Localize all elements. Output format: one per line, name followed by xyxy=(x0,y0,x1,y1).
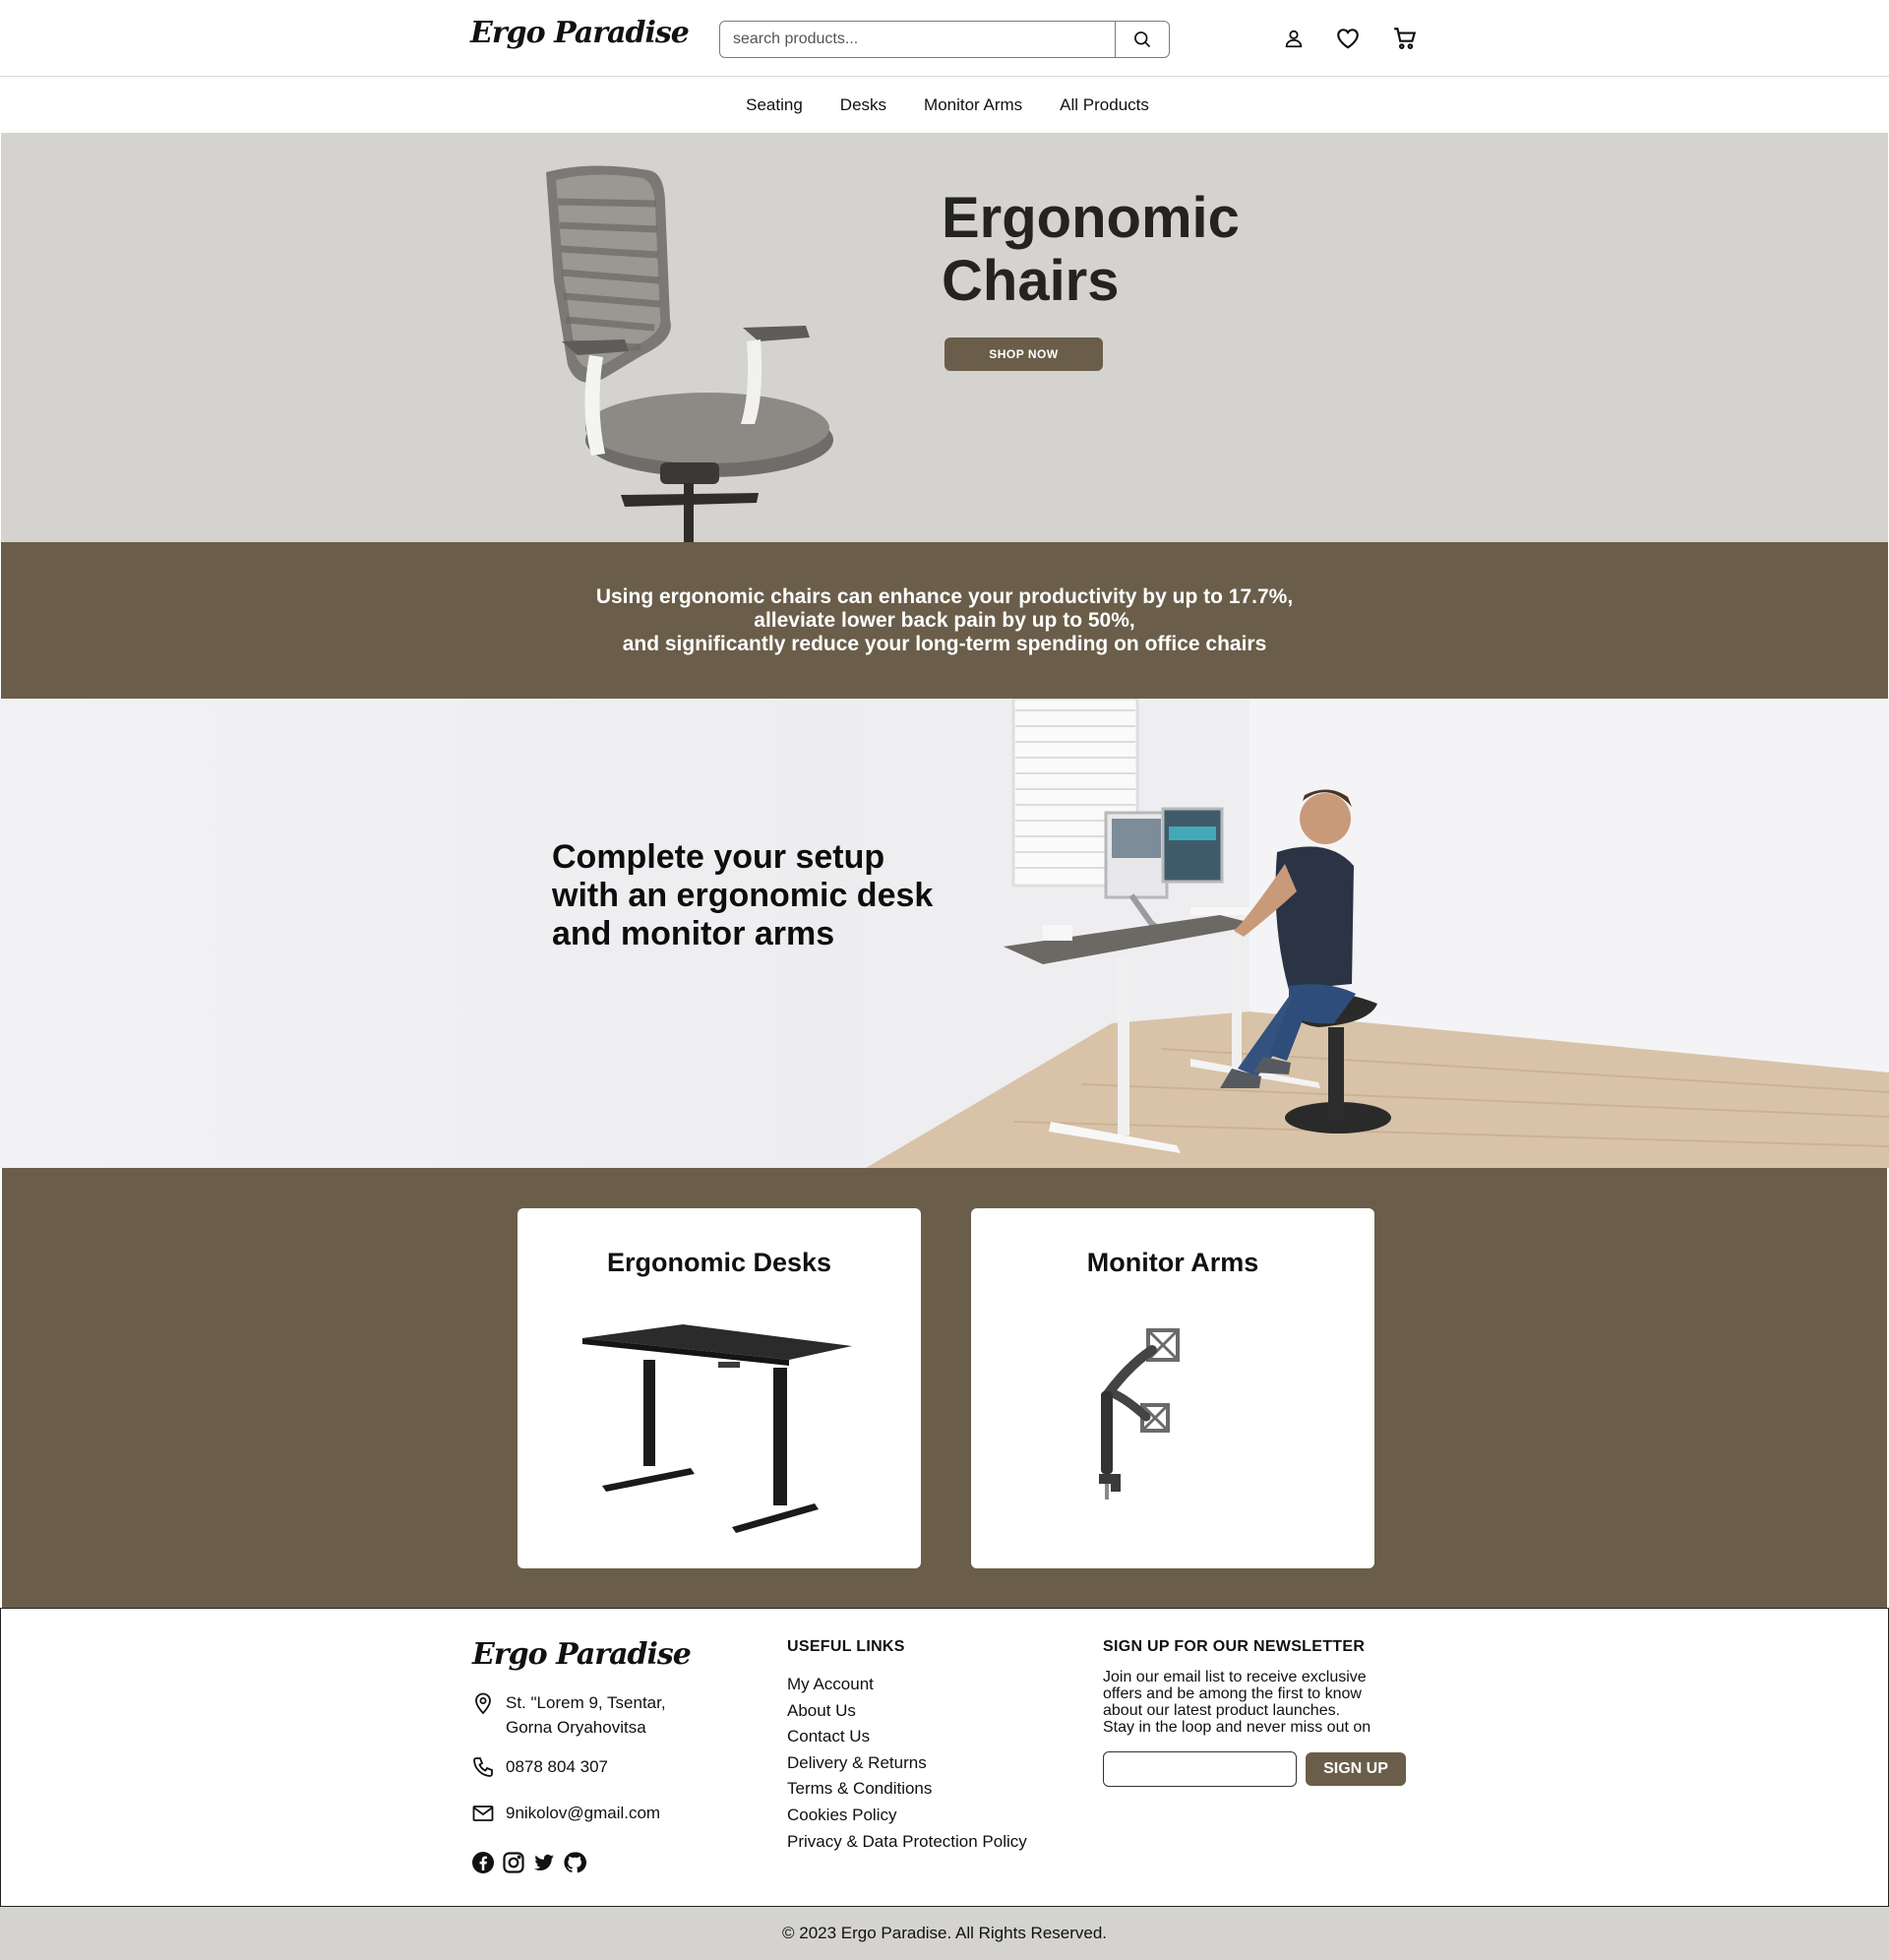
link-privacy-policy[interactable]: Privacy & Data Protection Policy xyxy=(787,1829,1027,1856)
email-address: 9nikolov@gmail.com xyxy=(506,1804,661,1822)
cart-icon xyxy=(1394,28,1417,49)
office-chair-image xyxy=(546,165,833,542)
useful-links-list: My Account About Us Contact Us Delivery … xyxy=(787,1672,1027,1855)
link-delivery-returns[interactable]: Delivery & Returns xyxy=(787,1750,1027,1777)
link-contact-us[interactable]: Contact Us xyxy=(787,1724,1027,1750)
cart-button[interactable] xyxy=(1388,22,1422,55)
address-line-1: St. "Lorem 9, Tsentar, xyxy=(506,1693,666,1712)
search-icon xyxy=(1134,31,1151,48)
newsletter-description: Join our email list to receive exclusive… xyxy=(1103,1669,1371,1736)
stats-banner: Using ergonomic chairs can enhance your … xyxy=(1,542,1888,699)
useful-links-heading: USEFUL LINKS xyxy=(787,1638,905,1655)
stats-line-1: Using ergonomic chairs can enhance your … xyxy=(595,584,1294,608)
footer-logo[interactable]: Ergo Paradise xyxy=(472,1637,692,1672)
setup-section: Complete your setup with an ergonomic de… xyxy=(0,699,1889,1168)
footer-phone[interactable]: 0878 804 307 xyxy=(471,1754,608,1779)
mail-icon xyxy=(472,1806,494,1821)
twitter-icon[interactable] xyxy=(532,1851,556,1874)
phone-icon xyxy=(473,1757,493,1777)
category-card-desks[interactable]: Ergonomic Desks xyxy=(518,1208,921,1568)
brand-logo[interactable]: Ergo Paradise xyxy=(470,16,690,50)
newsletter-email-input[interactable] xyxy=(1103,1751,1297,1787)
location-pin-icon xyxy=(475,1692,491,1715)
hero-banner: Ergonomic Chairs SHOP NOW xyxy=(1,133,1888,542)
account-button[interactable] xyxy=(1277,22,1310,55)
social-links xyxy=(471,1851,586,1874)
instagram-icon[interactable] xyxy=(502,1851,525,1874)
heart-icon xyxy=(1337,29,1359,49)
category-title-monitor-arms: Monitor Arms xyxy=(1086,1248,1259,1277)
newsletter-signup-button[interactable]: SIGN UP xyxy=(1306,1752,1406,1786)
facebook-icon[interactable] xyxy=(471,1851,495,1874)
link-cookies-policy[interactable]: Cookies Policy xyxy=(787,1803,1027,1829)
footer-address: St. "Lorem 9, Tsentar, Gorna Oryahovitsa xyxy=(471,1690,666,1740)
footer-email[interactable]: 9nikolov@gmail.com xyxy=(471,1801,660,1825)
nav-seating[interactable]: Seating xyxy=(727,95,822,115)
newsletter-heading: SIGN UP FOR OUR NEWSLETTER xyxy=(1103,1638,1366,1655)
search-input[interactable] xyxy=(720,22,1116,57)
copyright-bar: © 2023 Ergo Paradise. All Rights Reserve… xyxy=(0,1907,1889,1960)
shop-now-button[interactable]: SHOP NOW xyxy=(944,337,1103,371)
phone-number: 0878 804 307 xyxy=(506,1757,608,1776)
setup-title: Complete your setup with an ergonomic de… xyxy=(552,838,934,952)
category-card-monitor-arms[interactable]: Monitor Arms xyxy=(971,1208,1374,1568)
stats-line-2: alleviate lower back pain by up to 50%, xyxy=(754,608,1135,632)
category-section: Ergonomic Desks Monitor Arms xyxy=(2,1168,1887,1608)
link-terms-conditions[interactable]: Terms & Conditions xyxy=(787,1776,1027,1803)
nav-desks[interactable]: Desks xyxy=(822,95,905,115)
category-title-desks: Ergonomic Desks xyxy=(606,1248,832,1277)
nav-monitor-arms[interactable]: Monitor Arms xyxy=(905,95,1041,115)
user-icon xyxy=(1285,30,1303,48)
hero-title: Ergonomic Chairs xyxy=(942,186,1240,313)
link-my-account[interactable]: My Account xyxy=(787,1672,1027,1698)
github-icon[interactable] xyxy=(563,1851,586,1874)
address-line-2: Gorna Oryahovitsa xyxy=(506,1718,646,1737)
site-footer: Ergo Paradise St. "Lorem 9, Tsentar, Gor… xyxy=(0,1608,1889,1907)
wishlist-button[interactable] xyxy=(1331,22,1365,55)
standing-desk-scene-image xyxy=(866,699,1889,1168)
main-nav: Seating Desks Monitor Arms All Products xyxy=(0,78,1889,133)
search-button[interactable] xyxy=(1115,22,1169,57)
site-header: Ergo Paradise xyxy=(0,0,1889,77)
copyright-text: © 2023 Ergo Paradise. All Rights Reserve… xyxy=(781,1924,1108,1942)
desk-image xyxy=(582,1324,852,1533)
stats-line-3: and significantly reduce your long-term … xyxy=(622,632,1267,655)
nav-all-products[interactable]: All Products xyxy=(1041,95,1168,115)
search-bar xyxy=(719,21,1170,58)
link-about-us[interactable]: About Us xyxy=(787,1698,1027,1725)
monitor-arm-image xyxy=(1099,1328,1180,1500)
